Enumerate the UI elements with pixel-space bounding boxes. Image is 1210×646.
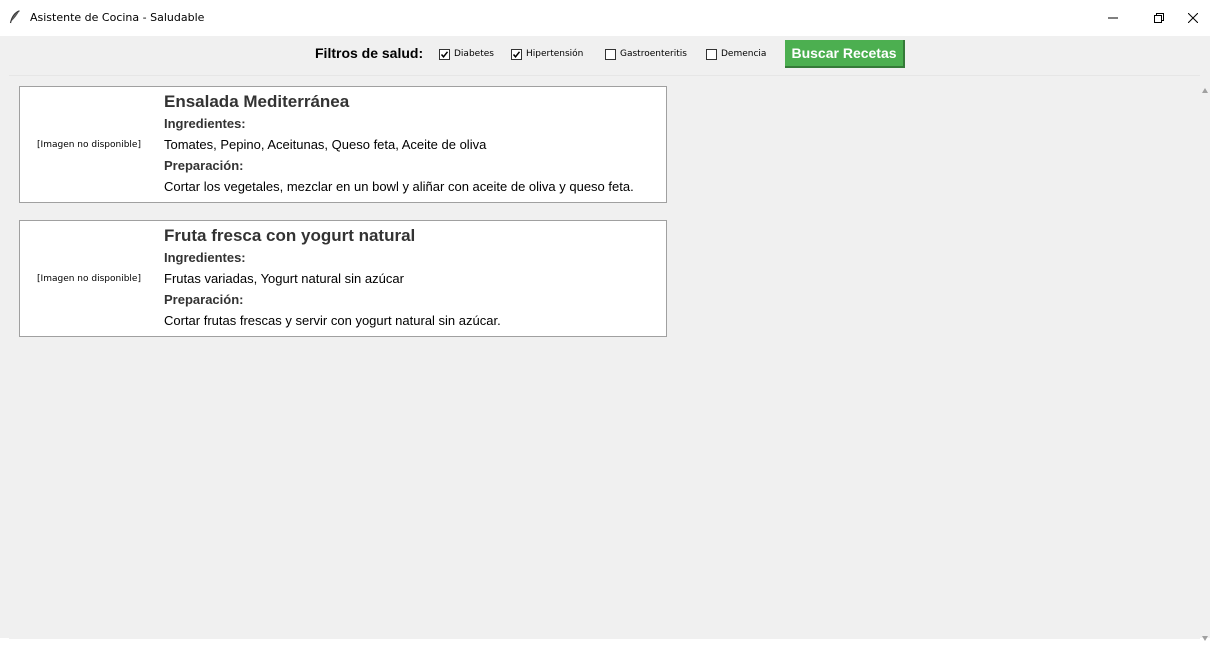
ingredients-heading: Ingredientes: <box>164 116 246 131</box>
recipe-details: Ensalada Mediterránea Ingredientes: Toma… <box>164 91 660 197</box>
ingredients-heading: Ingredientes: <box>164 250 246 265</box>
check-mark-icon <box>440 50 449 58</box>
filter-bar: Filtros de salud: Diabetes Hipertensión … <box>0 36 1210 72</box>
recipe-image-placeholder: [Imagen no disponible] <box>37 273 141 284</box>
checkbox-box[interactable] <box>605 48 616 60</box>
check-mark-icon <box>512 50 521 58</box>
preparation-heading: Preparación: <box>164 292 244 307</box>
close-icon <box>1188 13 1198 23</box>
restore-icon <box>1154 13 1164 23</box>
recipe-card: [Imagen no disponible] Ensalada Mediterr… <box>19 86 667 203</box>
checkbox-label: Gastroenteritis <box>620 49 687 59</box>
checkbox-box[interactable] <box>706 48 717 60</box>
recipe-title: Ensalada Mediterránea <box>164 92 350 111</box>
ingredients-text: Frutas variadas, Yogurt natural sin azúc… <box>164 271 404 286</box>
search-recipes-button[interactable]: Buscar Recetas <box>785 40 905 68</box>
checkbox-box[interactable] <box>511 48 522 60</box>
recipe-title: Fruta fresca con yogurt natural <box>164 226 416 245</box>
checkbox-gastroenteritis[interactable]: Gastroenteritis <box>605 48 687 60</box>
preparation-text: Cortar los vegetales, mezclar en un bowl… <box>164 179 634 194</box>
minimize-button[interactable] <box>1090 0 1136 36</box>
recipe-image-placeholder: [Imagen no disponible] <box>37 139 141 150</box>
app-window: Asistente de Cocina - Saludable Filtros … <box>0 0 1210 641</box>
preparation-heading: Preparación: <box>164 158 244 173</box>
checkbox-box[interactable] <box>439 48 450 60</box>
checkbox-label: Hipertensión <box>526 49 584 59</box>
minimize-icon <box>1108 17 1118 19</box>
feather-icon <box>9 10 21 24</box>
filter-label: Filtros de salud: <box>315 45 424 61</box>
vertical-scrollbar[interactable] <box>1200 75 1210 638</box>
window-title: Asistente de Cocina - Saludable <box>30 11 205 24</box>
scroll-up-arrow-icon[interactable] <box>1202 80 1208 98</box>
title-bar[interactable]: Asistente de Cocina - Saludable <box>0 0 1210 36</box>
recipe-card: [Imagen no disponible] Fruta fresca con … <box>19 220 667 337</box>
preparation-text: Cortar frutas frescas y servir con yogur… <box>164 313 501 328</box>
close-button[interactable] <box>1170 0 1210 36</box>
checkbox-diabetes[interactable]: Diabetes <box>439 48 494 60</box>
checkbox-demencia[interactable]: Demencia <box>706 48 766 60</box>
checkbox-label: Diabetes <box>454 49 494 59</box>
checkbox-hipertension[interactable]: Hipertensión <box>511 48 583 60</box>
ingredients-text: Tomates, Pepino, Aceitunas, Queso feta, … <box>164 137 487 152</box>
checkbox-label: Demencia <box>721 49 767 59</box>
recipe-details: Fruta fresca con yogurt natural Ingredie… <box>164 225 660 331</box>
scroll-down-arrow-icon[interactable] <box>1202 628 1208 646</box>
